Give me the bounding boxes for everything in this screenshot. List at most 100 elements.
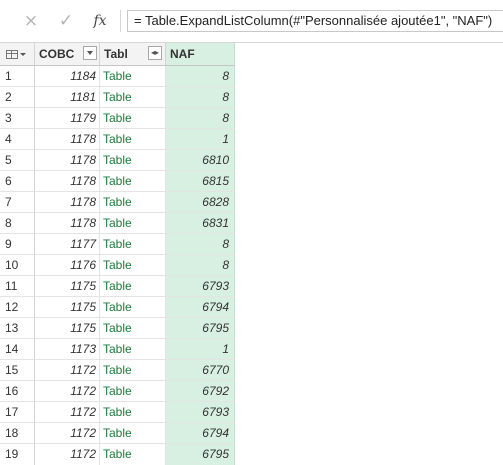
cell-tabl-link[interactable]: Table [100,150,166,171]
cell-cobc[interactable]: 1175 [35,276,100,297]
cell-tabl-link[interactable]: Table [100,87,166,108]
fx-icon[interactable]: fx [88,9,112,33]
cell-naf[interactable]: 6831 [166,213,235,234]
cell-tabl-link[interactable]: Table [100,234,166,255]
table-menu-button[interactable] [0,43,35,65]
cell-cobc[interactable]: 1175 [35,297,100,318]
cell-tabl-link[interactable]: Table [100,213,166,234]
cell-cobc[interactable]: 1177 [35,234,100,255]
cell-naf[interactable]: 6810 [166,150,235,171]
cell-cobc[interactable]: 1172 [35,402,100,423]
cell-naf[interactable]: 6795 [166,444,235,465]
cell-tabl-link[interactable]: Table [100,192,166,213]
cell-naf[interactable]: 6792 [166,381,235,402]
row-number[interactable]: 5 [0,150,35,171]
column-header-tabl[interactable]: Tabl ◂▸ [100,43,166,65]
cell-tabl-link[interactable]: Table [100,171,166,192]
cell-cobc[interactable]: 1172 [35,423,100,444]
cell-naf[interactable]: 8 [166,255,235,276]
cell-naf[interactable]: 8 [166,234,235,255]
cell-naf[interactable]: 8 [166,87,235,108]
row-number[interactable]: 8 [0,213,35,234]
row-number[interactable]: 18 [0,423,35,444]
cell-cobc[interactable]: 1178 [35,150,100,171]
column-header-naf[interactable]: NAF [166,43,235,65]
cell-cobc[interactable]: 1181 [35,87,100,108]
table-row[interactable]: 11 1175 Table 6793 [0,276,235,297]
cell-cobc[interactable]: 1172 [35,360,100,381]
cell-naf[interactable]: 6815 [166,171,235,192]
cell-cobc[interactable]: 1179 [35,108,100,129]
table-row[interactable]: 16 1172 Table 6792 [0,381,235,402]
row-number[interactable]: 4 [0,129,35,150]
table-row[interactable]: 13 1175 Table 6795 [0,318,235,339]
table-row[interactable]: 3 1179 Table 8 [0,108,235,129]
cell-naf[interactable]: 6828 [166,192,235,213]
cell-naf[interactable]: 6793 [166,276,235,297]
row-number[interactable]: 11 [0,276,35,297]
cell-naf[interactable]: 8 [166,66,235,87]
cell-tabl-link[interactable]: Table [100,423,166,444]
cell-naf[interactable]: 1 [166,339,235,360]
table-row[interactable]: 18 1172 Table 6794 [0,423,235,444]
row-number[interactable]: 13 [0,318,35,339]
table-row[interactable]: 9 1177 Table 8 [0,234,235,255]
row-number[interactable]: 7 [0,192,35,213]
cell-naf[interactable]: 6794 [166,297,235,318]
cell-naf[interactable]: 6770 [166,360,235,381]
table-row[interactable]: 10 1176 Table 8 [0,255,235,276]
table-row[interactable]: 12 1175 Table 6794 [0,297,235,318]
cell-tabl-link[interactable]: Table [100,276,166,297]
cell-cobc[interactable]: 1178 [35,129,100,150]
cell-naf[interactable]: 6795 [166,318,235,339]
table-row[interactable]: 7 1178 Table 6828 [0,192,235,213]
cell-cobc[interactable]: 1175 [35,318,100,339]
cell-naf[interactable]: 6793 [166,402,235,423]
cell-cobc[interactable]: 1178 [35,192,100,213]
cell-tabl-link[interactable]: Table [100,360,166,381]
formula-input[interactable]: = Table.ExpandListColumn(#"Personnalisée… [127,10,503,32]
row-number[interactable]: 17 [0,402,35,423]
cell-naf[interactable]: 6794 [166,423,235,444]
cell-tabl-link[interactable]: Table [100,381,166,402]
commit-icon[interactable]: ✓ [54,9,78,33]
filter-dropdown-icon[interactable] [83,46,97,60]
table-row[interactable]: 6 1178 Table 6815 [0,171,235,192]
row-number[interactable]: 1 [0,66,35,87]
cell-tabl-link[interactable]: Table [100,339,166,360]
cell-cobc[interactable]: 1172 [35,381,100,402]
table-row[interactable]: 2 1181 Table 8 [0,87,235,108]
table-row[interactable]: 1 1184 Table 8 [0,66,235,87]
cell-tabl-link[interactable]: Table [100,108,166,129]
row-number[interactable]: 19 [0,444,35,465]
cell-cobc[interactable]: 1172 [35,444,100,465]
table-row[interactable]: 4 1178 Table 1 [0,129,235,150]
cell-naf[interactable]: 8 [166,108,235,129]
cell-naf[interactable]: 1 [166,129,235,150]
cell-tabl-link[interactable]: Table [100,444,166,465]
table-row[interactable]: 14 1173 Table 1 [0,339,235,360]
column-header-cobc[interactable]: COBC [35,43,100,65]
cell-tabl-link[interactable]: Table [100,297,166,318]
cell-tabl-link[interactable]: Table [100,129,166,150]
expand-column-icon[interactable]: ◂▸ [148,46,162,60]
cell-cobc[interactable]: 1178 [35,171,100,192]
row-number[interactable]: 10 [0,255,35,276]
table-row[interactable]: 8 1178 Table 6831 [0,213,235,234]
row-number[interactable]: 2 [0,87,35,108]
row-number[interactable]: 16 [0,381,35,402]
cancel-icon[interactable]: × [19,9,43,33]
row-number[interactable]: 3 [0,108,35,129]
row-number[interactable]: 14 [0,339,35,360]
cell-cobc[interactable]: 1178 [35,213,100,234]
row-number[interactable]: 15 [0,360,35,381]
table-row[interactable]: 15 1172 Table 6770 [0,360,235,381]
cell-tabl-link[interactable]: Table [100,318,166,339]
cell-tabl-link[interactable]: Table [100,66,166,87]
row-number[interactable]: 9 [0,234,35,255]
row-number[interactable]: 6 [0,171,35,192]
table-row[interactable]: 17 1172 Table 6793 [0,402,235,423]
cell-cobc[interactable]: 1176 [35,255,100,276]
table-row[interactable]: 19 1172 Table 6795 [0,444,235,465]
cell-cobc[interactable]: 1184 [35,66,100,87]
